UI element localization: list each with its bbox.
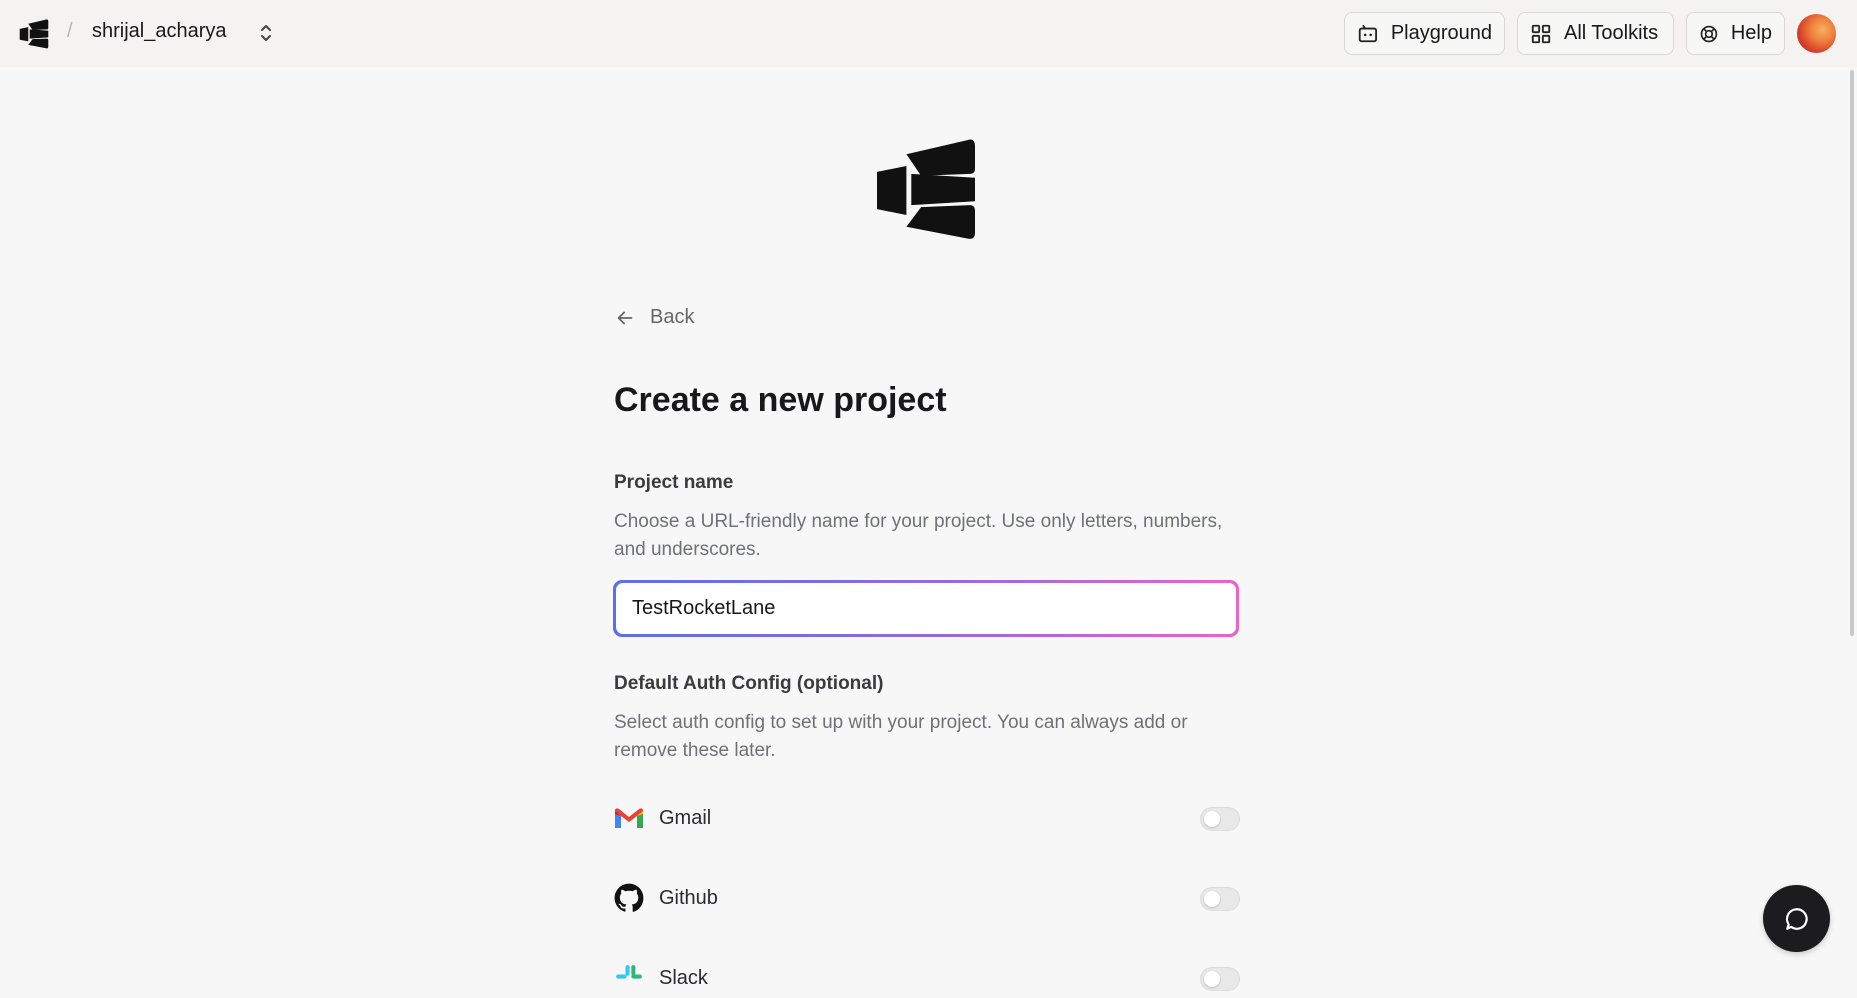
slack-icon <box>614 963 644 993</box>
all-toolkits-label: All Toolkits <box>1564 22 1659 44</box>
project-name-label: Project name <box>614 472 734 493</box>
toolkit-row-gmail: Gmail <box>614 798 1240 838</box>
github-toggle[interactable] <box>1200 887 1240 911</box>
chat-bubble-icon <box>1785 907 1808 930</box>
back-link[interactable]: Back <box>614 306 694 329</box>
composio-logo-icon-large <box>877 139 975 239</box>
project-name-field <box>613 580 1239 637</box>
auth-config-help: Select auth config to set up with your p… <box>614 712 1188 761</box>
chevron-up-down-icon[interactable] <box>254 20 278 46</box>
workspace-name[interactable]: shrijal_acharya <box>92 20 227 43</box>
back-label: Back <box>650 306 695 328</box>
playground-icon <box>1358 24 1377 42</box>
composio-logo-icon[interactable] <box>18 18 50 50</box>
page-title: Create a new project <box>614 381 947 419</box>
lifebuoy-icon <box>1700 25 1718 42</box>
slack-toggle[interactable] <box>1200 967 1240 991</box>
all-toolkits-button[interactable]: All Toolkits <box>1517 12 1674 55</box>
scrollbar-thumb[interactable] <box>1850 70 1854 636</box>
arrow-left-icon <box>617 311 633 324</box>
breadcrumb-separator: / <box>67 20 73 42</box>
toolkit-row-slack: Slack <box>614 958 1240 998</box>
project-name-help: Choose a URL-friendly name for your proj… <box>614 511 1223 560</box>
project-name-input[interactable] <box>616 583 1236 634</box>
grid-icon <box>1531 24 1551 43</box>
help-button[interactable]: Help <box>1686 12 1785 55</box>
toolkit-name: Slack <box>659 966 708 989</box>
gmail-toggle[interactable] <box>1200 807 1240 831</box>
chat-button[interactable] <box>1763 885 1830 952</box>
user-avatar[interactable] <box>1797 14 1836 53</box>
top-bar: / shrijal_acharya Playground All Toolkit… <box>0 0 1857 67</box>
toolkit-row-github: Github <box>614 878 1240 918</box>
playground-label: Playground <box>1390 22 1492 44</box>
gmail-icon <box>614 803 644 833</box>
auth-config-label: Default Auth Config (optional) <box>614 673 884 694</box>
toolkit-name: Gmail <box>659 806 712 829</box>
playground-button[interactable]: Playground <box>1344 12 1505 55</box>
github-icon <box>614 883 644 913</box>
help-label: Help <box>1730 22 1772 44</box>
toolkit-name: Github <box>659 886 718 909</box>
